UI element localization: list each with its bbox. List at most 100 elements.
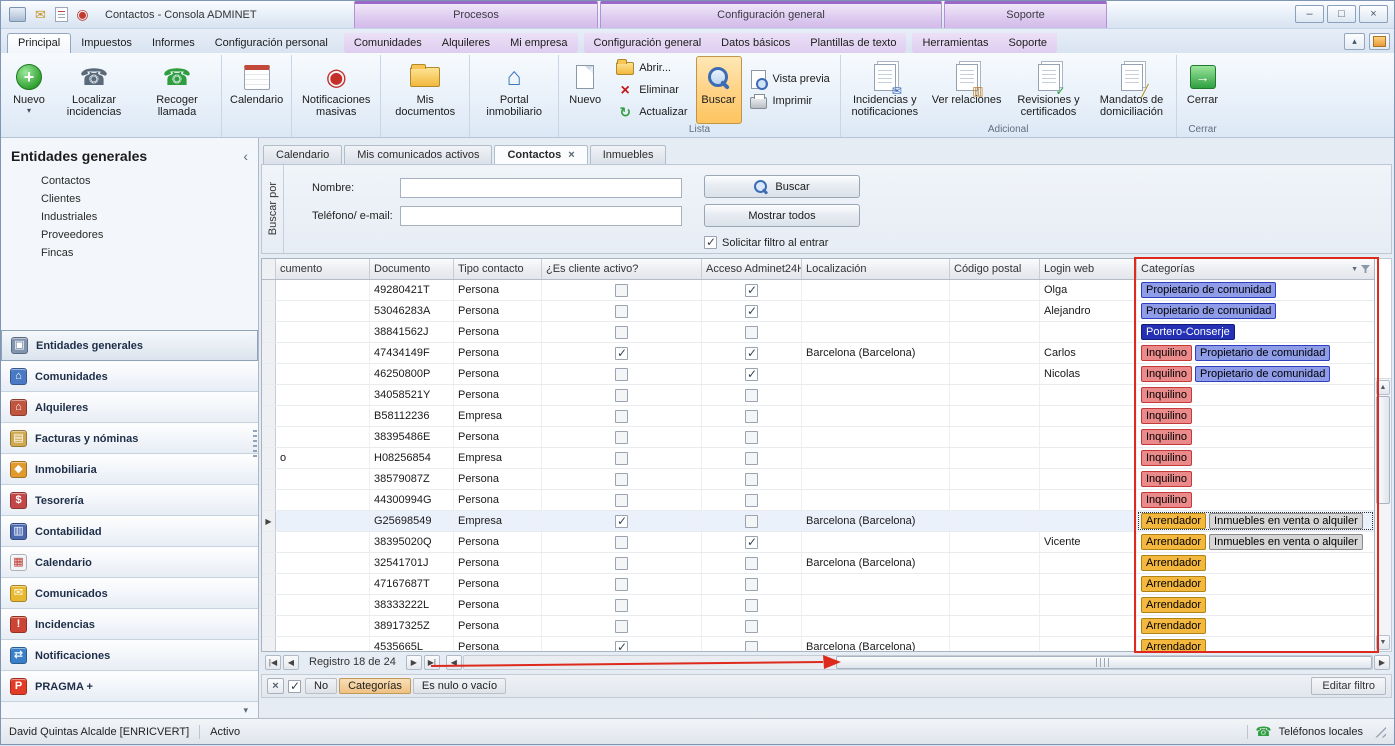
sidebar-nav-item[interactable]: ✉ Comunicados xyxy=(1,578,258,609)
recoger-llamada-button[interactable]: Recoger llamada xyxy=(136,56,218,124)
table-row[interactable]: ▶ 38395486E Persona Inquilino xyxy=(262,427,1374,448)
table-row[interactable]: ▶ 38579087Z Persona Inquilino xyxy=(262,469,1374,490)
column-header-es-cliente-activo[interactable]: ¿Es cliente activo? xyxy=(542,259,702,279)
document-tab[interactable]: Inmuebles × xyxy=(590,145,667,164)
ribbon-tab[interactable]: Mi empresa xyxy=(500,33,577,53)
sidebar-splitter[interactable] xyxy=(253,430,257,458)
vista-previa-button[interactable]: Vista previa xyxy=(746,70,834,88)
minimize-button[interactable]: – xyxy=(1295,5,1324,23)
abrir-button[interactable]: Abrir... xyxy=(612,59,691,77)
cliente-activo-checkbox[interactable] xyxy=(615,641,628,652)
table-row[interactable]: ▶ 46250800P Persona Nicolas InquilinoPro… xyxy=(262,364,1374,385)
table-row[interactable]: ▶ 4535665L Persona Barcelona (Barcelona)… xyxy=(262,637,1374,651)
table-row[interactable]: ▶ G25698549 Empresa Barcelona (Barcelona… xyxy=(262,511,1374,532)
maximize-button[interactable]: □ xyxy=(1327,5,1356,23)
sidebar-link[interactable]: Industriales xyxy=(1,208,258,226)
ribbon-tab[interactable]: Comunidades xyxy=(344,33,432,53)
scroll-right-button[interactable]: ▶ xyxy=(1374,655,1390,670)
document-tab[interactable]: Calendario × xyxy=(263,145,342,164)
actualizar-button[interactable]: Actualizar xyxy=(612,103,691,121)
table-row[interactable]: ▶ 47167687T Persona Arrendador xyxy=(262,574,1374,595)
column-header-codigo-postal[interactable]: Código postal xyxy=(950,259,1040,279)
ribbon-tab[interactable]: Alquileres xyxy=(432,33,500,53)
sidebar-link[interactable]: Proveedores xyxy=(1,226,258,244)
solicitar-filtro-checkbox[interactable] xyxy=(704,236,717,249)
column-dropdown-icon[interactable]: ▼ xyxy=(1351,266,1358,273)
sidebar-link[interactable]: Fincas xyxy=(1,244,258,262)
acceso-checkbox[interactable] xyxy=(745,494,758,507)
column-header-categorias[interactable]: Categorías ▼ xyxy=(1137,259,1374,279)
cliente-activo-checkbox[interactable] xyxy=(615,494,628,507)
sidebar-nav-item[interactable]: ! Incidencias xyxy=(1,609,258,640)
scroll-up-button[interactable]: ▲ xyxy=(1376,380,1390,395)
mostrar-todos-button[interactable]: Mostrar todos xyxy=(704,204,860,227)
horizontal-scrollbar[interactable]: ◀ ▶ xyxy=(446,654,1390,670)
nombre-input[interactable] xyxy=(400,178,682,198)
table-row[interactable]: ▶ 38395020Q Persona Vicente ArrendadorIn… xyxy=(262,532,1374,553)
ribbon-tab[interactable]: Plantillas de texto xyxy=(800,33,906,53)
cerrar-button[interactable]: Cerrar xyxy=(1180,56,1226,124)
first-record-button[interactable]: |◀ xyxy=(265,655,281,670)
ribbon-tab[interactable]: Impuestos xyxy=(71,33,142,53)
acceso-checkbox[interactable] xyxy=(745,536,758,549)
sidebar-nav-item[interactable]: ◆ Inmobiliaria xyxy=(1,454,258,485)
ribbon-collapse-button[interactable]: ▴ xyxy=(1344,33,1365,50)
last-record-button[interactable]: ▶| xyxy=(424,655,440,670)
adicional-button[interactable]: ╱ Mandatos de domiciliación xyxy=(1091,56,1173,124)
filter-chip[interactable]: No xyxy=(305,678,337,694)
filter-funnel-icon[interactable] xyxy=(1361,265,1370,273)
cliente-activo-checkbox[interactable] xyxy=(615,473,628,486)
table-row[interactable]: ▶ 38841562J Persona Portero-Conserje xyxy=(262,322,1374,343)
cliente-activo-checkbox[interactable] xyxy=(615,452,628,465)
sidebar-link[interactable]: Clientes xyxy=(1,190,258,208)
broadcast-icon[interactable] xyxy=(74,7,91,22)
portal-inmobiliario-button[interactable]: Portal inmobiliario xyxy=(473,56,555,124)
nuevo-registro-button[interactable]: Nuevo xyxy=(562,56,608,124)
scroll-down-button[interactable]: ▼ xyxy=(1376,635,1390,650)
cliente-activo-checkbox[interactable] xyxy=(615,620,628,633)
mail-icon[interactable] xyxy=(32,7,49,22)
imprimir-button[interactable]: Imprimir xyxy=(746,92,834,110)
calendario-button[interactable]: Calendario xyxy=(225,56,288,124)
column-header-localizacion[interactable]: Localización xyxy=(802,259,950,279)
resize-grip[interactable] xyxy=(1374,726,1386,738)
cliente-activo-checkbox[interactable] xyxy=(615,536,628,549)
acceso-checkbox[interactable] xyxy=(745,431,758,444)
cliente-activo-checkbox[interactable] xyxy=(615,347,628,360)
scroll-left-button[interactable]: ◀ xyxy=(446,655,462,670)
acceso-checkbox[interactable] xyxy=(745,641,758,652)
cliente-activo-checkbox[interactable] xyxy=(615,431,628,444)
next-record-button[interactable]: ▶ xyxy=(406,655,422,670)
horizontal-scroll-thumb[interactable] xyxy=(836,656,1372,669)
table-row[interactable]: ▶ 44300994G Persona Inquilino xyxy=(262,490,1374,511)
filter-chip[interactable]: Es nulo o vacío xyxy=(413,678,506,694)
acceso-checkbox[interactable] xyxy=(745,557,758,570)
nuevo-button[interactable]: Nuevo ▾ xyxy=(6,56,52,124)
buscar-panel-button[interactable]: Buscar xyxy=(704,175,860,198)
acceso-checkbox[interactable] xyxy=(745,368,758,381)
cliente-activo-checkbox[interactable] xyxy=(615,284,628,297)
table-row[interactable]: ▶ 53046283A Persona Alejandro Propietari… xyxy=(262,301,1374,322)
ribbon-tab[interactable]: Configuración general xyxy=(584,33,712,53)
column-header-documento[interactable]: Documento xyxy=(370,259,454,279)
adicional-button[interactable]: ✓ Revisiones y certificados xyxy=(1008,56,1090,124)
ribbon-tab[interactable]: Principal xyxy=(7,33,71,53)
localizar-incidencias-button[interactable]: Localizar incidencias xyxy=(53,56,135,124)
cliente-activo-checkbox[interactable] xyxy=(615,368,628,381)
cliente-activo-checkbox[interactable] xyxy=(615,515,628,528)
notificaciones-masivas-button[interactable]: Notificaciones masivas xyxy=(295,56,377,124)
sidebar-nav-item[interactable]: $ Tesorería xyxy=(1,485,258,516)
filter-chip[interactable]: Categorías xyxy=(339,678,411,694)
sidebar-collapse-icon[interactable]: ‹ xyxy=(243,148,248,164)
sidebar-nav-item[interactable]: ▥ Contabilidad xyxy=(1,516,258,547)
buscar-button[interactable]: Buscar xyxy=(696,56,742,124)
cliente-activo-checkbox[interactable] xyxy=(615,326,628,339)
acceso-checkbox[interactable] xyxy=(745,347,758,360)
previous-record-button[interactable]: ◀ xyxy=(283,655,299,670)
column-header-login-web[interactable]: Login web xyxy=(1040,259,1137,279)
telefono-email-input[interactable] xyxy=(400,206,682,226)
acceso-checkbox[interactable] xyxy=(745,410,758,423)
filter-enabled-checkbox[interactable] xyxy=(288,680,301,693)
mis-documentos-button[interactable]: Mis documentos xyxy=(384,56,466,124)
cliente-activo-checkbox[interactable] xyxy=(615,578,628,591)
